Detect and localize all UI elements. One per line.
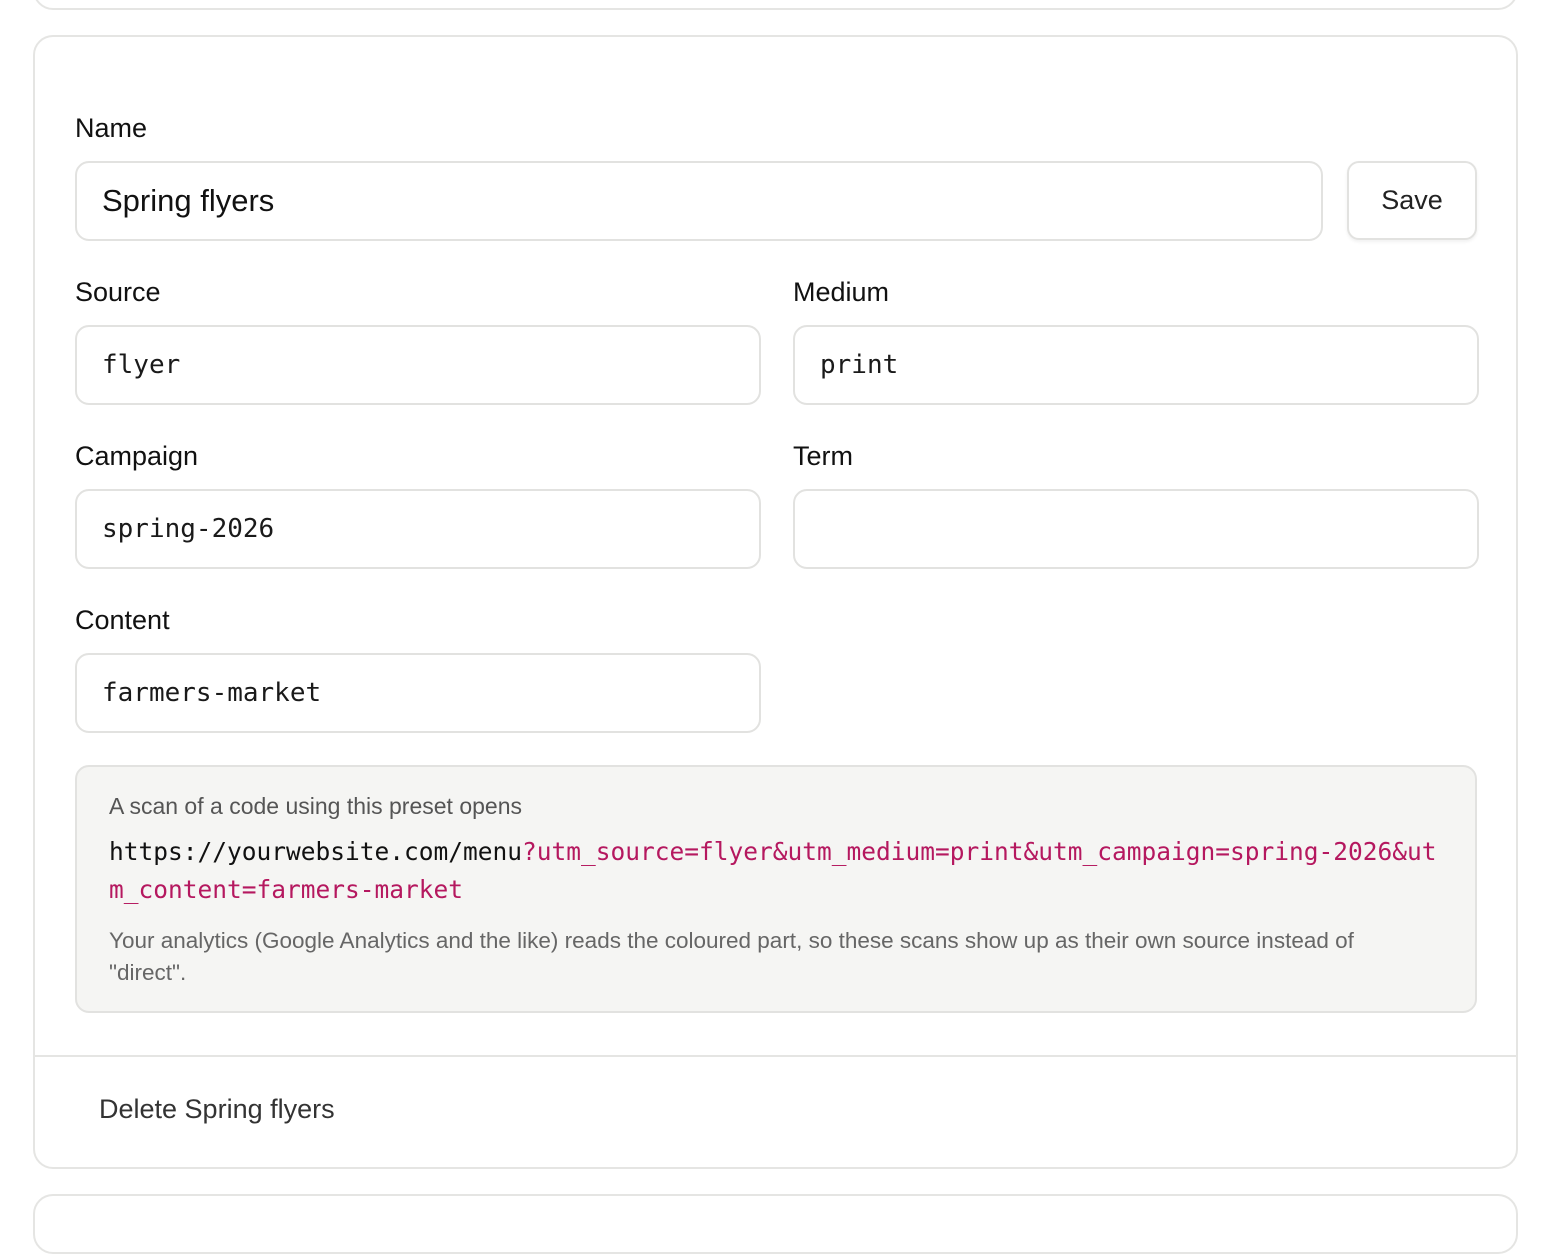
name-label: Name [75, 113, 148, 143]
preset-editor-card: Name Spring flyers Save Source flyer Med… [33, 35, 1518, 1169]
content-value: farmers-market [102, 678, 322, 708]
campaign-label: Campaign [75, 441, 199, 471]
save-button[interactable]: Save [1347, 161, 1477, 240]
preview-url: https://yourwebsite.com/menu?utm_source=… [109, 833, 1439, 909]
term-label: Term [793, 441, 853, 471]
delete-preset-button[interactable]: Delete Spring flyers [99, 1094, 335, 1125]
content-label: Content [75, 605, 170, 635]
source-field[interactable]: flyer [75, 325, 761, 405]
source-value: flyer [102, 350, 181, 380]
name-field[interactable]: Spring flyers [75, 161, 1323, 241]
preview-url-base: https://yourwebsite.com/menu [109, 837, 523, 866]
preview-note-text: Your analytics (Google Analytics and the… [109, 928, 1354, 985]
preview-intro-text: A scan of a code using this preset opens [109, 793, 522, 819]
content-field[interactable]: farmers-market [75, 653, 761, 733]
previous-card [33, 0, 1518, 10]
url-preview-box: A scan of a code using this preset opens… [75, 765, 1477, 1013]
medium-label: Medium [793, 277, 890, 307]
medium-field[interactable]: print [793, 325, 1479, 405]
name-value: Spring flyers [102, 183, 275, 218]
section-divider [35, 1055, 1516, 1057]
campaign-field[interactable]: spring-2026 [75, 489, 761, 569]
next-card [33, 1194, 1518, 1254]
source-label: Source [75, 277, 161, 307]
term-field[interactable] [793, 489, 1479, 569]
medium-value: print [820, 350, 899, 380]
campaign-value: spring-2026 [102, 514, 275, 544]
